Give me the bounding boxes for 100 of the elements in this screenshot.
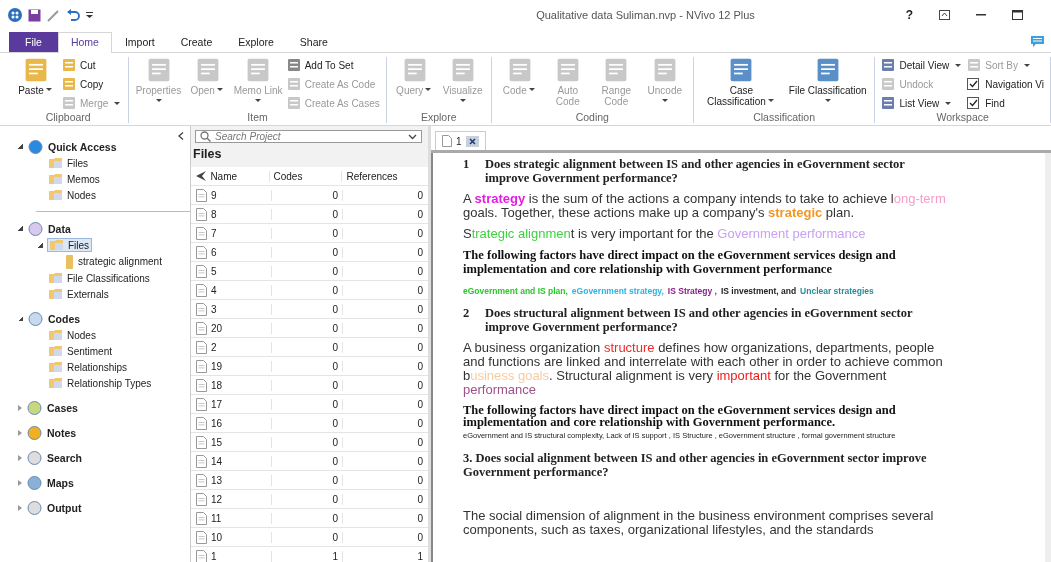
table-cell: 0 <box>271 512 342 524</box>
table-cell-text: 12 <box>211 493 224 505</box>
navigation-item[interactable]: Files <box>47 157 91 169</box>
document-icon <box>62 77 76 91</box>
question-heading: Does strategic alignment between IS and other agencies in eGovernment sector improve Government performance? <box>485 157 906 185</box>
navigation-section[interactable]: Search <box>47 451 83 464</box>
comment-icon[interactable] <box>1030 35 1045 48</box>
app-logo-icon[interactable] <box>8 8 22 22</box>
navigation-section[interactable]: Data <box>48 222 71 235</box>
column-header[interactable]: References <box>341 170 428 182</box>
document-icon <box>195 435 207 449</box>
ribbon-tab[interactable]: Share <box>286 32 341 52</box>
document-icon <box>195 416 207 430</box>
navigation-section[interactable]: Quick Access <box>48 140 117 153</box>
ribbon-button[interactable]: Detail View <box>881 57 964 73</box>
minimize-icon[interactable] <box>976 14 986 16</box>
collapsed-arrow-icon[interactable] <box>18 504 22 511</box>
document-icon <box>62 58 76 72</box>
navigation-item[interactable]: Relationships <box>47 361 130 373</box>
document-tab[interactable]: 1 <box>435 131 486 150</box>
document-icon <box>195 492 207 506</box>
document-icon <box>195 245 207 259</box>
checkbox-label: Navigation Vi <box>985 78 1044 90</box>
table-cell: 0 <box>271 436 342 448</box>
table-cell-text: 6 <box>211 246 218 258</box>
document-icon <box>286 77 301 91</box>
ribbon-button[interactable]: List View <box>881 95 964 111</box>
navigation-section[interactable]: Cases <box>47 401 78 414</box>
undo-icon[interactable] <box>66 9 80 21</box>
document-icon <box>195 378 207 392</box>
customize-caret-icon[interactable] <box>86 11 93 19</box>
navigation-section[interactable]: Notes <box>47 426 77 439</box>
search-field[interactable]: Search Project <box>195 130 422 143</box>
ribbon-tab[interactable]: Home <box>57 32 112 53</box>
table-cell: 0 <box>342 303 427 315</box>
ribbon-button[interactable]: Add To Set <box>286 57 380 73</box>
search-icon <box>200 131 211 142</box>
navigation-item[interactable]: Sentiment <box>47 345 115 357</box>
collapse-chevron-icon[interactable] <box>178 132 184 140</box>
navigation-item[interactable]: Nodes <box>47 329 98 341</box>
maximize-icon[interactable] <box>1012 10 1023 20</box>
ribbon-button[interactable]: Case Classification <box>699 57 784 107</box>
checkbox[interactable] <box>967 97 980 109</box>
column-header[interactable]: Codes <box>268 170 342 182</box>
table-cell: 0 <box>271 246 342 258</box>
navigation-section[interactable]: Maps <box>47 476 74 489</box>
table-cell: 0 <box>342 360 427 372</box>
chevron-down-icon[interactable] <box>408 133 417 140</box>
table-cell-text: 20 <box>211 322 224 334</box>
navigation-section[interactable]: Output <box>47 501 82 514</box>
collapsed-arrow-icon[interactable] <box>18 479 22 486</box>
table-cell-text: 16 <box>211 417 224 429</box>
document-icon <box>195 321 207 335</box>
document-icon <box>881 77 896 91</box>
table-cell-text: 3 <box>211 303 218 315</box>
table-cell-text: 8 <box>211 208 218 220</box>
collapsed-arrow-icon[interactable] <box>18 429 22 436</box>
document-icon <box>195 530 207 544</box>
column-header[interactable]: Name <box>210 170 269 182</box>
table-cell-text: 7 <box>211 227 218 239</box>
navigation-item[interactable]: File Classifications <box>47 272 152 284</box>
help-button[interactable]: ? <box>905 8 913 22</box>
navigation-item[interactable]: Relationship Types <box>47 377 154 389</box>
document-icon <box>195 264 207 278</box>
ribbon-group-label: Coding <box>574 111 610 123</box>
save-icon[interactable] <box>28 8 41 22</box>
heading-number: 2 <box>463 306 471 322</box>
document-icon <box>286 58 301 72</box>
ribbon-tab[interactable]: Import <box>111 32 168 52</box>
navigation-item[interactable]: Externals <box>47 288 111 300</box>
checkbox[interactable] <box>967 78 980 90</box>
navigation-item[interactable]: Files <box>47 238 93 252</box>
table-cell: 0 <box>342 322 427 334</box>
table-cell: 0 <box>271 360 342 372</box>
table-cell-text: 10 <box>211 531 224 543</box>
table-cell: 0 <box>271 379 342 391</box>
collapsed-arrow-icon[interactable] <box>18 454 22 461</box>
document-icon <box>195 302 207 316</box>
document-tab-label: 1 <box>456 135 462 147</box>
table-cell: 0 <box>342 341 427 353</box>
ribbon-button[interactable]: File Classification <box>787 57 869 107</box>
navigation-item[interactable]: Nodes <box>47 189 98 201</box>
ribbon-display-icon[interactable] <box>939 10 950 20</box>
ribbon-button[interactable]: Cut <box>62 57 123 73</box>
navigation-section[interactable]: Codes <box>48 312 81 325</box>
ribbon-button[interactable]: Paste <box>14 57 58 96</box>
close-icon[interactable] <box>465 135 479 147</box>
ribbon-tab[interactable]: Create <box>167 32 226 52</box>
file-menu-tab[interactable]: File <box>9 32 58 52</box>
checkbox-option[interactable]: Find <box>967 95 1044 111</box>
navigation-item[interactable]: strategic alignment <box>64 254 164 269</box>
navigation-item[interactable]: Memos <box>47 173 102 185</box>
collapsed-arrow-icon[interactable] <box>18 404 22 411</box>
ribbon-tab[interactable]: Explore <box>225 32 287 52</box>
checkbox-option[interactable]: Navigation Vi <box>967 76 1044 92</box>
pencil-icon[interactable] <box>47 8 60 22</box>
paragraph: A strategy is the sum of the actions a company intends to take to achieve long-term goals. Together, these actions make up a company's strategic plan. <box>463 192 947 220</box>
table-cell-text: 2 <box>211 341 218 353</box>
document-icon <box>62 96 76 110</box>
ribbon-button[interactable]: Copy <box>62 76 123 92</box>
